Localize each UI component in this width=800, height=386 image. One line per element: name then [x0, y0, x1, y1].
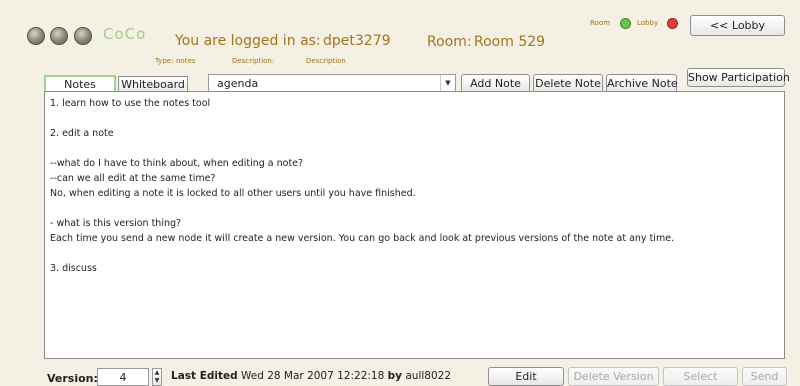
chevron-down-icon[interactable]: ▼	[440, 75, 455, 92]
edit-button[interactable]: Edit	[488, 367, 564, 386]
version-input[interactable]: 4	[97, 368, 149, 386]
description-value: Description	[306, 57, 346, 65]
note-line	[50, 201, 779, 216]
note-line: --what do I have to think about, when ed…	[50, 158, 304, 169]
room-label: Room:	[427, 34, 472, 50]
send-button[interactable]: Send	[742, 367, 787, 386]
note-line	[50, 141, 779, 156]
tab-whiteboard[interactable]: Whiteboard	[118, 76, 188, 92]
note-line: 3. discuss	[50, 263, 97, 274]
room-name: Room 529	[474, 34, 546, 50]
close-circle-button[interactable]	[27, 27, 45, 45]
description-label: Description:	[232, 57, 275, 65]
note-line	[50, 246, 779, 261]
editor-name: aull8022	[405, 370, 452, 382]
note-line: 2. edit a note	[50, 128, 114, 139]
delete-version-button[interactable]: Delete Version	[568, 367, 659, 386]
note-line: - what is this version thing?	[50, 218, 182, 229]
version-stepper[interactable]: ▲ ▼	[152, 368, 162, 386]
last-edited-date: Wed 28 Mar 2007 12:22:18	[241, 370, 385, 382]
note-line: Each time you send a new node it will cr…	[50, 233, 675, 244]
type-value: notes	[176, 57, 196, 65]
status-lobby-label: Lobby	[637, 19, 659, 27]
lobby-button[interactable]: << Lobby	[690, 15, 785, 36]
last-edited-label: Last Edited	[171, 370, 238, 382]
logged-in-label: You are logged in as:	[175, 33, 321, 49]
note-line	[50, 111, 779, 126]
username: dpet3279	[323, 33, 391, 49]
note-line: No, when editing a note it is locked to …	[50, 188, 416, 199]
minimize-circle-button[interactable]	[50, 27, 68, 45]
note-text-area[interactable]: 1. learn how to use the notes tool 2. edi…	[44, 91, 785, 359]
by-label: by	[387, 370, 403, 382]
room-status-dot	[620, 18, 631, 29]
chevron-up-icon[interactable]: ▲	[153, 369, 161, 377]
tab-notes[interactable]: Notes	[44, 75, 116, 92]
type-label: Type:	[155, 57, 174, 65]
lobby-status-dot	[667, 18, 678, 29]
app-logo: CoCo	[103, 25, 147, 43]
last-edited-info: Last Edited Wed 28 Mar 2007 12:22:18 by …	[171, 370, 451, 382]
status-room-label: Room	[590, 19, 610, 27]
note-line: 1. learn how to use the notes tool	[50, 98, 211, 109]
select-button[interactable]: Select	[663, 367, 738, 386]
maximize-circle-button[interactable]	[74, 27, 92, 45]
chevron-down-icon[interactable]: ▼	[153, 377, 161, 385]
note-select-value: agenda	[217, 77, 259, 90]
version-label: Version:	[47, 372, 98, 385]
note-line: --can we all edit at the same time?	[50, 173, 216, 184]
show-participation-button[interactable]: Show Participation	[687, 68, 790, 87]
